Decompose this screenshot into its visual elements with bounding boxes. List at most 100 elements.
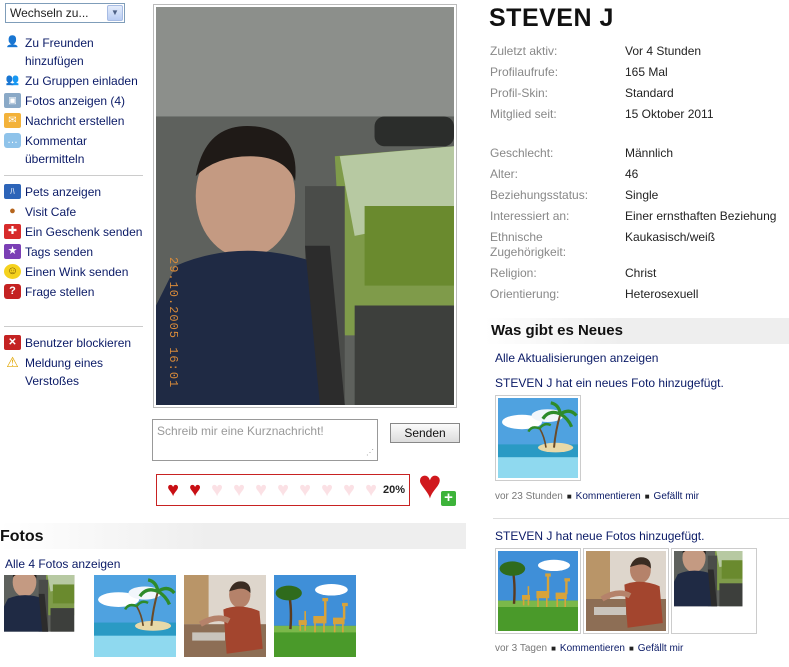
report-violation-link[interactable]: ⚠ Meldung eines Verstoßes <box>4 354 146 390</box>
send-wink-link[interactable]: ☺ Einen Wink senden <box>4 263 146 281</box>
heart-empty-icon[interactable]: ♥ <box>360 480 382 500</box>
mail-icon: ✉ <box>4 113 21 128</box>
send-gift-label: Ein Geschenk senden <box>25 225 143 239</box>
send-gift-link[interactable]: ✚ Ein Geschenk senden <box>4 223 146 241</box>
block-user-link[interactable]: ✕ Benutzer blockieren <box>4 334 146 352</box>
detail-value: 46 <box>625 167 639 181</box>
news-photo-giraffes[interactable] <box>495 548 581 634</box>
detail-key: Religion: <box>490 266 537 280</box>
detail-value: Einer ernsthaften Beziehung <box>625 209 777 223</box>
submit-comment-link[interactable]: … Kommentar übermitteln <box>4 132 146 168</box>
send-button[interactable]: Senden <box>390 423 460 443</box>
heart-empty-icon[interactable]: ♥ <box>272 480 294 500</box>
detail-value: Single <box>625 188 659 202</box>
tag-icon: ★ <box>4 244 21 259</box>
detail-row: Orientierung: Heterosexuell <box>490 287 789 302</box>
resize-grip-icon[interactable]: ⋰ <box>366 448 374 457</box>
send-tags-link[interactable]: ★ Tags senden <box>4 243 146 261</box>
heart-filled-icon[interactable]: ♥ <box>162 480 184 500</box>
like-link[interactable]: Gefällt mir <box>654 491 700 502</box>
add-friend-icon: 👤 <box>5 36 20 48</box>
heart-empty-icon[interactable]: ♥ <box>206 480 228 500</box>
visit-cafe-label: Visit Cafe <box>25 205 77 219</box>
detail-value: Christ <box>625 266 657 280</box>
comment-link[interactable]: Kommentieren <box>576 491 641 502</box>
show-pets-label: Pets anzeigen <box>25 185 102 199</box>
news-item-text: STEVEN J hat neue Fotos hinzugefügt. <box>495 529 705 543</box>
news-photo-man-kitchen[interactable] <box>583 548 669 634</box>
short-message-input[interactable]: Schreib mir eine Kurznachricht! ⋰ <box>152 419 378 461</box>
block-icon: ✕ <box>4 335 21 350</box>
all-updates-link[interactable]: Alle Aktualisierungen anzeigen <box>495 351 658 365</box>
send-tags-label: Tags senden <box>25 245 94 259</box>
detail-key: Beziehungsstatus: <box>490 188 589 202</box>
gift-icon: ✚ <box>4 224 21 239</box>
sidebar-divider <box>4 326 143 327</box>
photo-thumbnail-giraffes[interactable] <box>274 575 356 657</box>
detail-key: Ethnische Zugehörigkeit: <box>490 230 567 259</box>
bullet-icon: ■ <box>551 644 556 653</box>
detail-row: Geschlecht: Männlich <box>490 146 789 161</box>
comment-icon: … <box>4 133 21 148</box>
heart-empty-icon[interactable]: ♥ <box>228 480 250 500</box>
invite-group-icon: 👥 <box>5 74 20 86</box>
heart-empty-icon[interactable]: ♥ <box>250 480 272 500</box>
view-photos-link[interactable]: ▣ Fotos anzeigen (4) <box>4 92 146 110</box>
all-photos-link[interactable]: Alle 4 Fotos anzeigen <box>5 557 120 571</box>
short-message-placeholder: Schreib mir eine Kurznachricht! <box>157 424 324 438</box>
photo-thumbnail-man-driving[interactable] <box>4 575 86 657</box>
view-photos-label: Fotos anzeigen (4) <box>25 94 126 108</box>
stat-value: 165 Mal <box>625 65 668 79</box>
profile-actions-social: ﾊ Pets anzeigen ● Visit Cafe ✚ Ein Gesch… <box>4 183 146 303</box>
news-section-header: Was gibt es Neues <box>485 318 789 344</box>
write-message-link[interactable]: ✉ Nachricht erstellen <box>4 112 146 130</box>
add-heart-button[interactable]: ♥ + <box>418 465 458 509</box>
photo-icon: ▣ <box>4 93 21 108</box>
profile-photo-frame[interactable]: 29.10.2005 16:01 <box>153 4 457 408</box>
detail-row: Religion: Christ <box>490 266 789 281</box>
add-friend-label: Zu Freunden hinzufügen <box>25 36 94 68</box>
photo-thumbnail-palm-beach[interactable] <box>94 575 176 657</box>
news-time: vor 3 Tagen <box>495 643 548 654</box>
ask-question-link[interactable]: ? Frage stellen <box>4 283 146 301</box>
send-wink-label: Einen Wink senden <box>25 265 129 279</box>
visit-cafe-link[interactable]: ● Visit Cafe <box>4 203 146 221</box>
news-photo-palm-beach[interactable] <box>495 395 581 481</box>
invite-group-link[interactable]: 👥 Zu Gruppen einladen <box>4 72 146 90</box>
detail-key: Orientierung: <box>490 287 560 301</box>
heart-empty-icon[interactable]: ♥ <box>338 480 360 500</box>
heart-empty-icon[interactable]: ♥ <box>294 480 316 500</box>
stat-key: Profil-Skin: <box>490 86 549 100</box>
profile-photo[interactable]: 29.10.2005 16:01 <box>156 7 454 405</box>
switch-to-select[interactable]: Wechseln zu... ▼ <box>5 3 125 23</box>
stat-row: Mitglied seit: 15 Oktober 2011 <box>490 107 789 122</box>
heart-empty-icon[interactable]: ♥ <box>316 480 338 500</box>
photo-thumbnail-man-kitchen[interactable] <box>184 575 266 657</box>
photo-date-stamp: 29.10.2005 16:01 <box>166 257 180 389</box>
chevron-down-icon[interactable]: ▼ <box>107 5 123 21</box>
detail-row: Interessiert an: Einer ernsthaften Bezieh… <box>490 209 789 224</box>
comment-link[interactable]: Kommentieren <box>560 643 625 654</box>
add-heart-icon: ♥ <box>418 463 442 507</box>
detail-key: Alter: <box>490 167 519 181</box>
rating-percent: 20% <box>382 484 405 496</box>
add-friend-link[interactable]: 👤 Zu Freunden hinzufügen <box>4 34 146 70</box>
detail-value: Kaukasisch/weiß <box>625 230 716 244</box>
stat-value: 15 Oktober 2011 <box>625 107 714 121</box>
profile-name: STEVEN J <box>489 4 614 32</box>
heart-filled-icon[interactable]: ♥ <box>184 480 206 500</box>
news-item-text: STEVEN J hat ein neues Foto hinzugefügt. <box>495 376 724 390</box>
stat-row: Profil-Skin: Standard <box>490 86 789 101</box>
news-item-meta: vor 3 Tagen ■ Kommentieren ■ Gefällt mir <box>495 643 683 654</box>
rating-hearts: ♥ ♥ ♥ ♥ ♥ ♥ ♥ ♥ ♥ ♥ <box>162 480 382 500</box>
news-photo-man-driving[interactable] <box>671 548 757 634</box>
fotos-section-header: Fotos <box>0 522 466 549</box>
like-link[interactable]: Gefällt mir <box>638 643 684 654</box>
show-pets-link[interactable]: ﾊ Pets anzeigen <box>4 183 146 201</box>
detail-key: Geschlecht: <box>490 146 554 160</box>
plus-icon: + <box>441 490 456 506</box>
ask-question-label: Frage stellen <box>25 285 95 299</box>
block-user-label: Benutzer blockieren <box>25 336 132 350</box>
stat-row: Profilaufrufe: 165 Mal <box>490 65 789 80</box>
report-violation-label: Meldung eines Verstoßes <box>25 356 104 388</box>
